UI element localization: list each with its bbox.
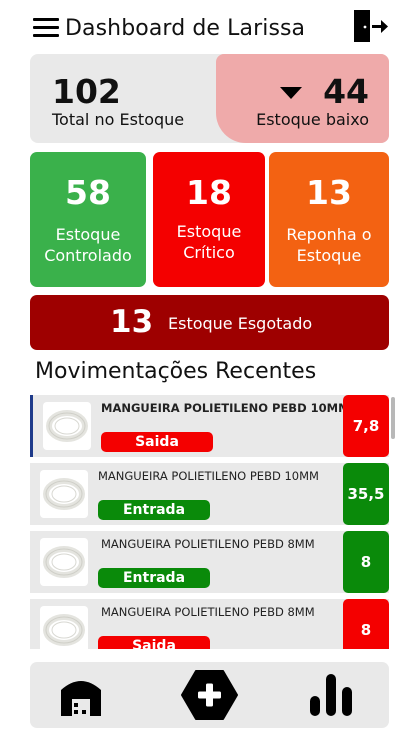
movement-type-badge: Saida [101,432,213,452]
total-stock-value: 102 [52,72,121,111]
app-header: Dashboard de Larissa [0,0,413,56]
restock-value: 13 [306,173,352,212]
movement-type-badge: Saida [98,636,210,649]
warehouse-icon[interactable] [58,674,104,718]
exit-door-icon[interactable] [352,8,390,44]
list-item[interactable]: MANGUEIRA POLIETILENO PEBD 10MM Saida 7,… [30,395,389,457]
caret-down-icon [280,87,302,99]
controlled-stock-value: 58 [65,173,111,212]
movement-type-badge: Entrada [98,500,210,520]
recent-movements-list[interactable]: MANGUEIRA POLIETILENO PEBD 10MM Saida 7,… [30,395,389,649]
stock-summary: 102 Total no Estoque 44 Estoque baixo [30,54,389,143]
restock-card[interactable]: 13 Reponha o Estoque [269,152,389,287]
list-item[interactable]: MANGUEIRA POLIETILENO PEBD 10MM Entrada … [30,463,389,525]
low-stock-label: Estoque baixo [256,110,369,129]
movement-type-badge: Entrada [98,568,210,588]
list-scrollbar[interactable] [391,397,395,439]
hose-coil-image [43,402,91,450]
page-title: Dashboard de Larissa [65,16,306,41]
product-name: MANGUEIRA POLIETILENO PEBD 10MM [98,469,319,483]
restock-label: Reponha o Estoque [286,225,372,265]
low-stock-value: 44 [323,72,369,111]
out-of-stock-value: 13 [110,304,154,340]
product-name: MANGUEIRA POLIETILENO PEBD 8MM [101,605,315,619]
bottom-navigation [30,662,389,728]
critical-stock-value: 18 [186,173,232,212]
hose-coil-image [40,470,88,518]
list-item[interactable]: MANGUEIRA POLIETILENO PEBD 8MM Entrada 8 [30,531,389,593]
hamburger-menu-icon[interactable] [33,18,59,38]
product-name: MANGUEIRA POLIETILENO PEBD 8MM [101,537,315,551]
add-icon[interactable] [181,670,238,720]
movement-quantity: 8 [343,599,389,649]
recent-movements-title: Movimentações Recentes [35,359,317,384]
hose-coil-image [40,538,88,586]
hose-coil-image [40,606,88,649]
low-stock-card[interactable]: 44 Estoque baixo [216,54,389,143]
total-stock-label: Total no Estoque [52,110,185,129]
movement-quantity: 8 [343,531,389,593]
controlled-stock-card[interactable]: 58 Estoque Controlado [30,152,146,287]
list-item[interactable]: MANGUEIRA POLIETILENO PEBD 8MM Saida 8 [30,599,389,649]
controlled-stock-label: Estoque Controlado [44,225,132,265]
movement-quantity: 7,8 [343,395,389,457]
critical-stock-label: Estoque Crítico [176,222,242,262]
bar-chart-icon[interactable] [310,674,352,716]
movement-quantity: 35,5 [343,463,389,525]
total-stock-card[interactable]: 102 Total no Estoque [30,54,216,143]
product-name: MANGUEIRA POLIETILENO PEBD 10MM [101,401,350,415]
out-of-stock-label: Estoque Esgotado [168,314,313,333]
critical-stock-card[interactable]: 18 Estoque Crítico [153,152,265,287]
out-of-stock-card[interactable]: 13 Estoque Esgotado [30,295,389,350]
